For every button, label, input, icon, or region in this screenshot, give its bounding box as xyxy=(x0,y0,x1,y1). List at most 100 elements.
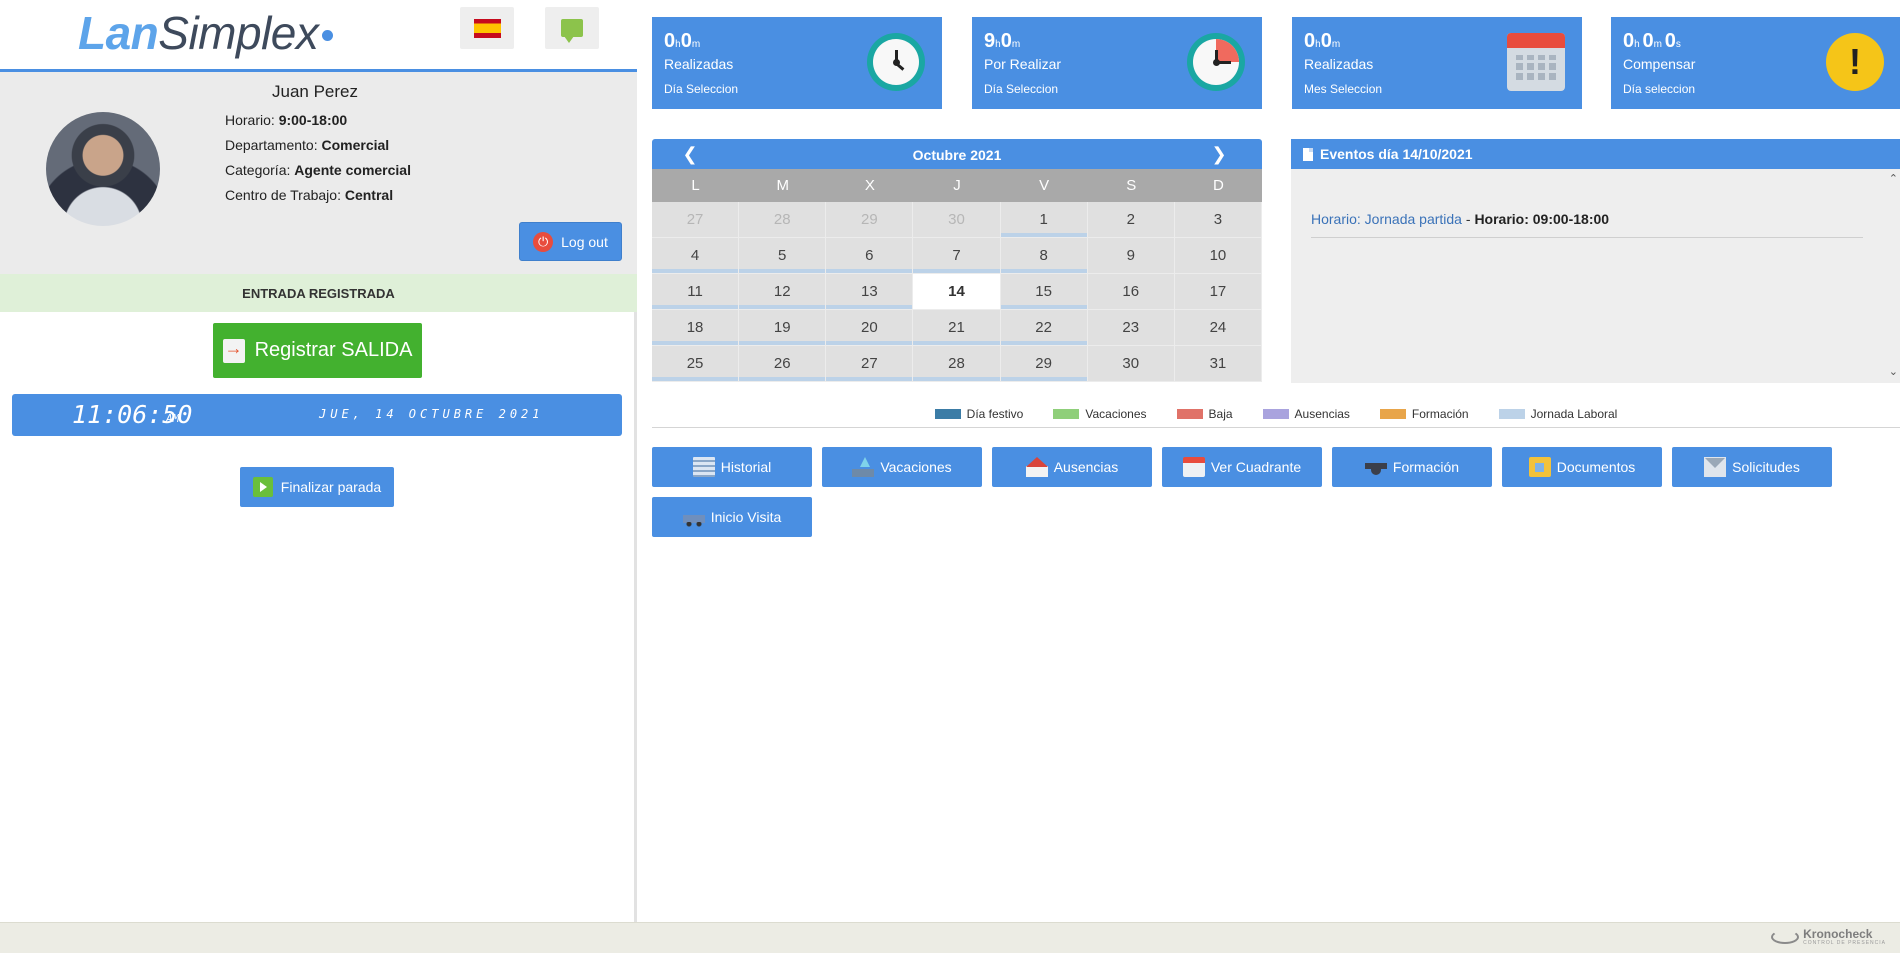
footer-brand: Kronocheck xyxy=(1803,927,1873,941)
calendar-day[interactable]: 31 xyxy=(1174,346,1262,382)
legend-item: Jornada Laboral xyxy=(1498,406,1618,421)
logout-button[interactable]: ⏻ Log out xyxy=(519,222,622,261)
legend-label: Jornada Laboral xyxy=(1530,406,1618,421)
calendar-day[interactable]: 28 xyxy=(739,202,827,238)
legend-item: Ausencias xyxy=(1262,407,1350,421)
calendar-day[interactable]: 30 xyxy=(913,202,1001,238)
legend-label: Día festivo xyxy=(966,406,1024,421)
calendar-day[interactable]: 28 xyxy=(913,346,1001,382)
chat-button[interactable] xyxy=(545,7,599,49)
categoria-value: Agente comercial xyxy=(294,162,411,178)
vacation-icon xyxy=(852,457,875,477)
action-button-documentos[interactable]: Documentos xyxy=(1502,447,1662,487)
weekday-header: L xyxy=(691,177,700,194)
scroll-down-icon[interactable]: ⌄ xyxy=(1889,365,1898,378)
event-item: Horario: Jornada partida - Horario: 09:0… xyxy=(1311,211,1863,238)
chat-bubble-icon xyxy=(561,19,583,43)
legend-swatch xyxy=(1498,408,1525,419)
calendar-icon xyxy=(1507,33,1565,91)
action-button-ausencias[interactable]: Ausencias xyxy=(992,447,1152,487)
calendar-day[interactable]: 23 xyxy=(1087,310,1175,346)
calendar-day[interactable]: 2 xyxy=(1087,202,1175,238)
calendar-day[interactable]: 29 xyxy=(1000,346,1088,382)
calendar-day[interactable]: 10 xyxy=(1174,238,1262,274)
stat-label: Realizadas xyxy=(664,56,734,72)
calendar-day[interactable]: 24 xyxy=(1174,310,1262,346)
calendar-day[interactable]: 15 xyxy=(1000,274,1088,310)
action-button-vacaciones[interactable]: Vacaciones xyxy=(822,447,982,487)
action-button-formaci-n[interactable]: Formación xyxy=(1332,447,1492,487)
calendar-day[interactable]: 12 xyxy=(739,274,827,310)
stat-value: 9h0m xyxy=(984,30,1020,53)
stat-sub: Día Seleccion xyxy=(984,82,1059,96)
calendar-weekdays: LMXJVSD xyxy=(652,169,1262,202)
calendar-day[interactable]: 17 xyxy=(1174,274,1262,310)
calendar-day[interactable]: 6 xyxy=(826,238,914,274)
calendar-day[interactable]: 19 xyxy=(739,310,827,346)
action-button-solicitudes[interactable]: Solicitudes xyxy=(1672,447,1832,487)
clock-ampm: AM xyxy=(166,412,180,425)
calendar-day[interactable]: 29 xyxy=(826,202,914,238)
calendar-day[interactable]: 14 xyxy=(913,274,1001,310)
calendar-day[interactable]: 1 xyxy=(1000,202,1088,238)
clock-red-icon xyxy=(1187,33,1245,91)
legend-label: Baja xyxy=(1208,406,1233,421)
calendar-day[interactable]: 8 xyxy=(1000,238,1088,274)
calendar-day[interactable]: 13 xyxy=(826,274,914,310)
stat-sub: Día seleccion xyxy=(1623,82,1696,96)
spain-flag-icon xyxy=(473,18,501,38)
calendar-next-button[interactable]: ❯ xyxy=(1207,142,1231,166)
stat-unit: s xyxy=(1675,39,1681,50)
action-button-label: Vacaciones xyxy=(880,459,952,475)
calendar-day[interactable]: 25 xyxy=(652,346,740,382)
calendar-day[interactable]: 27 xyxy=(652,202,740,238)
calendar-day[interactable]: 3 xyxy=(1174,202,1262,238)
action-button-label: Inicio Visita xyxy=(710,509,782,525)
departamento-label: Departamento: xyxy=(225,137,318,153)
play-icon xyxy=(252,477,273,497)
finalizar-parada-button[interactable]: Finalizar parada xyxy=(240,467,394,507)
event-value: Horario: 09:00-18:00 xyxy=(1474,211,1610,227)
language-button[interactable] xyxy=(460,7,514,49)
event-label: Horario: Jornada partida xyxy=(1311,211,1462,227)
calendar-day[interactable]: 16 xyxy=(1087,274,1175,310)
calendar-day[interactable]: 7 xyxy=(913,238,1001,274)
action-button-inicio-visita[interactable]: Inicio Visita xyxy=(652,497,812,537)
power-icon: ⏻ xyxy=(533,231,554,252)
weekday-header: M xyxy=(776,177,789,194)
legend-swatch xyxy=(934,408,961,419)
logo-dot-icon xyxy=(322,30,334,41)
action-button-ver-cuadrante[interactable]: Ver Cuadrante xyxy=(1162,447,1322,487)
calendar-day[interactable]: 20 xyxy=(826,310,914,346)
stat-num: 0 xyxy=(680,30,692,52)
calendar-day[interactable]: 11 xyxy=(652,274,740,310)
calendar-day[interactable]: 30 xyxy=(1087,346,1175,382)
calendar-day[interactable]: 18 xyxy=(652,310,740,346)
calendar-icon xyxy=(1182,457,1205,477)
stat-num: 0 xyxy=(1000,30,1012,52)
calendar-day[interactable]: 26 xyxy=(739,346,827,382)
registrar-label: Registrar SALIDA xyxy=(254,339,413,361)
calendar-day[interactable]: 5 xyxy=(739,238,827,274)
calendar-day[interactable]: 4 xyxy=(652,238,740,274)
stat-num: 0 xyxy=(664,30,676,52)
weekday-header: D xyxy=(1212,177,1224,194)
stat-label: Por Realizar xyxy=(984,56,1062,72)
registrar-salida-button[interactable]: Registrar SALIDA xyxy=(213,323,422,378)
departamento-value: Comercial xyxy=(321,137,390,153)
calendar-day[interactable]: 21 xyxy=(913,310,1001,346)
horario-line: Horario: 9:00-18:00 xyxy=(225,112,347,128)
action-button-historial[interactable]: Historial xyxy=(652,447,812,487)
scroll-up-icon[interactable]: ⌃ xyxy=(1889,172,1898,185)
kronocheck-logo-icon xyxy=(1771,930,1800,944)
calendar-day[interactable]: 22 xyxy=(1000,310,1088,346)
calendar-grid: 27 28 29 30 1 2 3 4 5 6 7 8 9 10 11 12 13 14 15 16 17 18 19 20 2… xyxy=(652,202,1262,382)
stat-sub: Día Seleccion xyxy=(664,82,739,96)
calendar-day[interactable]: 9 xyxy=(1087,238,1175,274)
calendar-prev-button[interactable]: ❮ xyxy=(678,142,702,166)
history-icon xyxy=(692,457,715,477)
calendar-day[interactable]: 27 xyxy=(826,346,914,382)
stat-unit: m xyxy=(1653,39,1665,50)
action-button-label: Formación xyxy=(1392,459,1460,475)
events-title: Eventos día 14/10/2021 xyxy=(1320,146,1473,162)
